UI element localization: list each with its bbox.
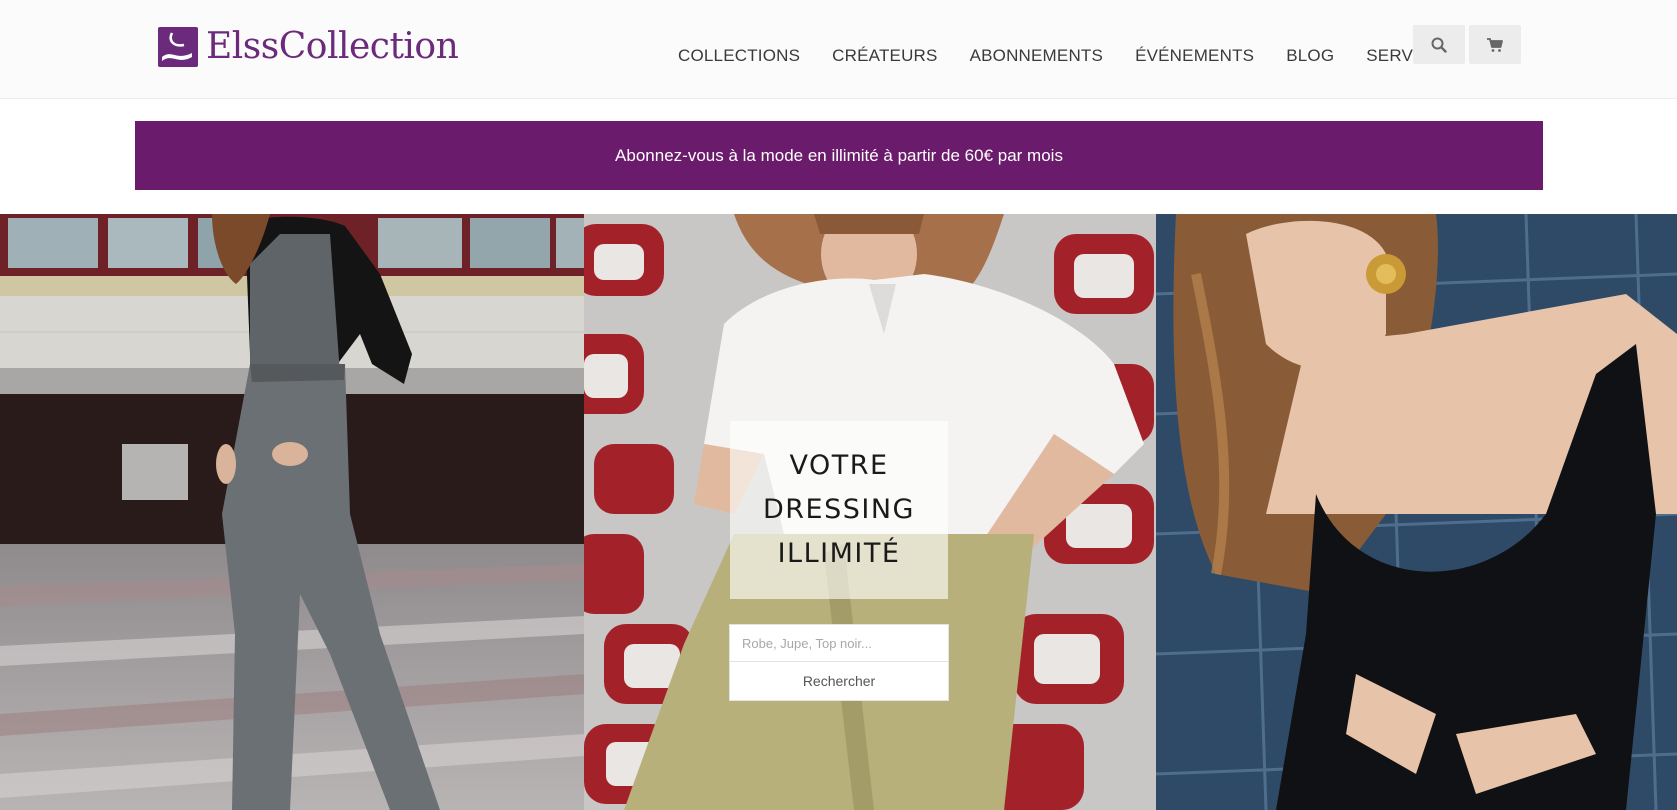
brand-logo[interactable]: ElssCollection — [158, 26, 459, 68]
hero-line-2: DRESSING — [763, 494, 915, 525]
hero-search-form: Rechercher — [729, 624, 949, 701]
hero-line-1: VOTRE — [789, 450, 889, 481]
cart-icon — [1487, 37, 1503, 52]
search-submit-button[interactable]: Rechercher — [729, 662, 949, 701]
site-header: ElssCollection COLLECTIONS CRÉATEURS ABO… — [0, 0, 1677, 99]
search-button[interactable] — [1413, 25, 1465, 64]
hero-image-jumpsuit — [0, 214, 584, 810]
logo-mark-icon — [158, 27, 198, 67]
nav-item-createurs[interactable]: CRÉATEURS — [816, 46, 953, 66]
nav-item-evenements[interactable]: ÉVÉNEMENTS — [1119, 46, 1270, 66]
search-icon — [1431, 37, 1447, 53]
nav-item-abonnements[interactable]: ABONNEMENTS — [954, 46, 1120, 66]
promo-banner[interactable]: Abonnez-vous à la mode en illimité à par… — [135, 121, 1543, 190]
brand-name: ElssCollection — [206, 26, 459, 67]
hero-line-3: ILLIMITÉ — [777, 538, 901, 569]
nav-item-blog[interactable]: BLOG — [1270, 46, 1350, 66]
promo-text: Abonnez-vous à la mode en illimité à par… — [615, 145, 1063, 165]
search-input[interactable] — [729, 624, 949, 662]
cart-button[interactable] — [1469, 25, 1521, 64]
hero-image-black-dress — [1156, 214, 1677, 810]
main-nav: COLLECTIONS CRÉATEURS ABONNEMENTS ÉVÉNEM… — [660, 46, 1470, 66]
hero-headline: VOTRE DRESSING ILLIMITÉ — [730, 421, 948, 599]
nav-item-collections[interactable]: COLLECTIONS — [660, 46, 816, 66]
